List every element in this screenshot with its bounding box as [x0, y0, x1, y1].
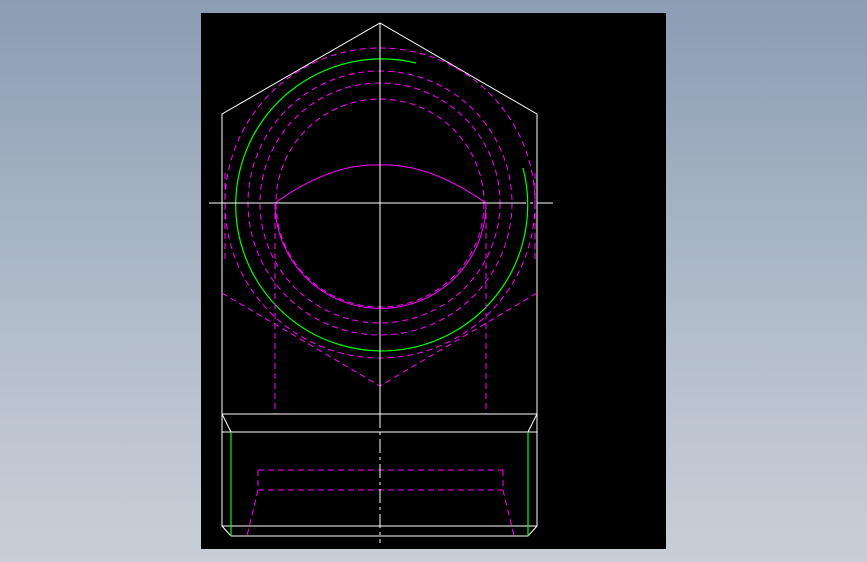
hex-hidden-lower-left [221, 292, 381, 387]
hidden-taper-left [246, 489, 259, 537]
front-view [221, 413, 538, 543]
cad-drawing [209, 22, 553, 543]
chamfer-bottom-left [221, 525, 232, 537]
chamfer-bottom-right [527, 525, 538, 537]
top-view [209, 22, 553, 414]
hex-hidden-lower-right [379, 292, 538, 387]
chamfer-left [221, 413, 232, 433]
drawing-viewport[interactable] [201, 13, 666, 549]
chamfer-right [527, 413, 538, 433]
hidden-taper-right [502, 489, 515, 537]
